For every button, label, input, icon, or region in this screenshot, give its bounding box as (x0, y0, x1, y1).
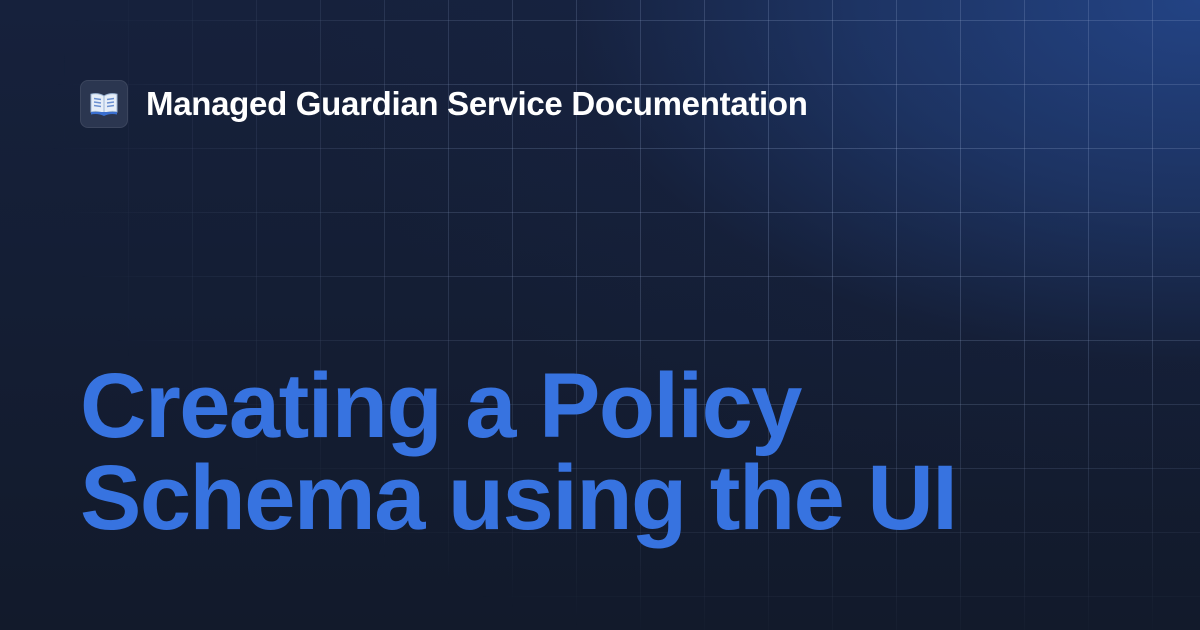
site-header: Managed Guardian Service Documentation (80, 80, 808, 128)
page-title: Creating a Policy Schema using the UI (80, 360, 1140, 544)
page-title-line-2: Schema using the UI (80, 447, 958, 549)
social-preview-card: Managed Guardian Service Documentation C… (0, 0, 1200, 630)
site-title: Managed Guardian Service Documentation (146, 85, 808, 122)
open-book-icon (80, 80, 128, 128)
page-title-line-1: Creating a Policy (80, 355, 802, 457)
